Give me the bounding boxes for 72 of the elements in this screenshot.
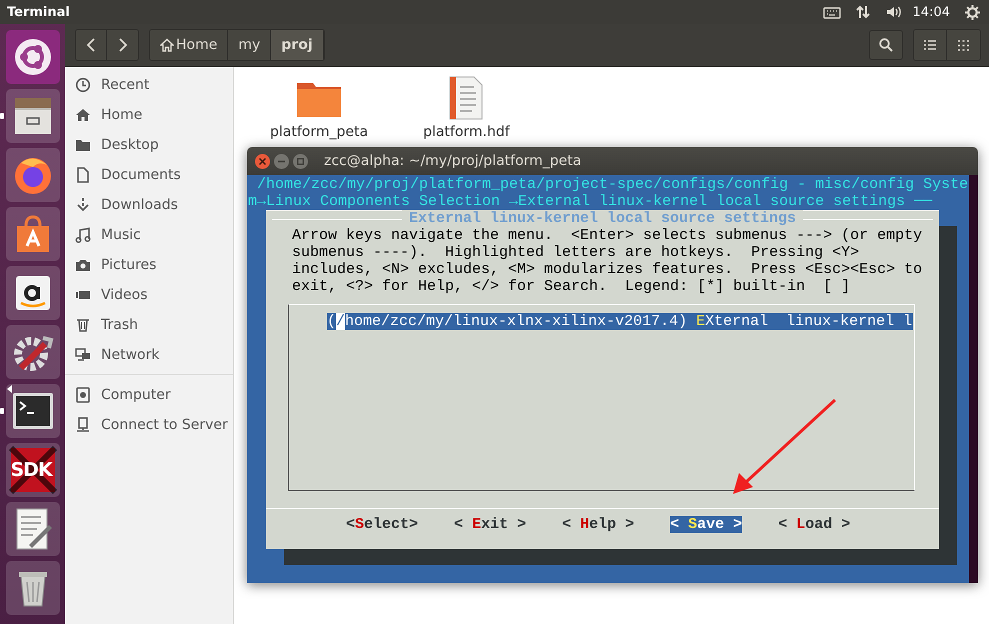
search-button[interactable] [869, 30, 903, 60]
dialog-button[interactable]: < Help > [562, 516, 634, 533]
trash-icon [75, 317, 91, 333]
path-bar-button[interactable]: Home [150, 30, 228, 60]
forward-button[interactable] [107, 30, 138, 60]
help-text-line: submenus ----). Highlighted letters are hotkeys. Pressing <Y> [291, 244, 860, 261]
maximize-icon [297, 158, 304, 164]
file-item[interactable]: platform_peta [270, 75, 368, 140]
file-name: platform.hdf [423, 124, 510, 140]
launcher-button[interactable] [6, 502, 60, 556]
close-icon [259, 158, 266, 164]
file-item[interactable]: platform.hdf [423, 75, 510, 140]
home-icon [160, 38, 174, 52]
sidebar-item[interactable]: Connect to Server [65, 410, 233, 440]
list-view-button[interactable] [914, 30, 947, 60]
network-arrows-icon[interactable] [854, 4, 871, 20]
sidebar-item[interactable]: Videos [65, 280, 233, 310]
sidebar-item[interactable]: Recent [65, 70, 233, 100]
file-name: platform_peta [270, 124, 368, 140]
sidebar-item[interactable]: Music [65, 220, 233, 250]
window-title: Terminal [7, 4, 71, 20]
launcher-button[interactable] [6, 207, 60, 261]
terminal-title: zcc@alpha: ~/my/proj/platform_peta [324, 153, 582, 169]
computer-icon [75, 387, 91, 403]
help-text-line: Arrow keys navigate the menu. <Enter> selects submenus ---> (or empty [291, 227, 924, 244]
dialog-button[interactable]: < Load > [778, 516, 850, 533]
clock[interactable]: 14:04 [912, 4, 950, 20]
documents-icon [75, 167, 91, 183]
maximize-button[interactable] [293, 154, 308, 168]
server-icon [75, 417, 91, 433]
sidebar-item[interactable]: Home [65, 100, 233, 130]
sidebar-item[interactable]: Trash [65, 310, 233, 340]
sidebar-item[interactable]: Downloads [65, 190, 233, 220]
recent-icon [75, 77, 91, 93]
network-icon [75, 347, 91, 363]
gear-icon[interactable] [964, 4, 981, 20]
sidebar-item[interactable]: Network [65, 340, 233, 370]
home-icon [75, 107, 91, 123]
close-button[interactable] [255, 154, 270, 168]
dialog-button[interactable]: < Save > [670, 516, 742, 533]
sdk-logo-icon [6, 444, 58, 496]
terminal-line: m→Linux Components Selection →External linux-kernel local source settings ── [247, 193, 934, 210]
sdk-label: SDK [10, 459, 52, 481]
dialog-button[interactable]: <Select> [346, 516, 418, 533]
search-icon [879, 38, 893, 52]
sidebar-item[interactable]: Desktop [65, 130, 233, 160]
list-icon [924, 40, 936, 50]
sidebar-item[interactable]: Pictures [65, 250, 233, 280]
grid-icon [958, 40, 969, 50]
keyboard-icon[interactable] [822, 5, 841, 19]
minimize-button[interactable] [274, 154, 289, 168]
path-bar-button[interactable]: my [228, 30, 272, 60]
dialog-title: External linux-kernel local source settings [402, 210, 804, 227]
dialog-button[interactable]: < Exit > [454, 516, 526, 533]
forward-chevron-icon [118, 38, 128, 52]
music-icon [75, 227, 91, 243]
launcher-button[interactable] [6, 30, 60, 84]
launcher-button[interactable] [6, 266, 60, 320]
sidebar-item[interactable]: Documents [65, 160, 233, 190]
help-text-line: includes, <N> excludes, <M> modularizes features. Press <Esc><Esc> to [291, 261, 924, 278]
sidebar-item[interactable]: Computer [65, 380, 233, 410]
help-text-line: exit, <?> for Help, </> for Search. Legend: [*] built-in [ ] [291, 278, 852, 295]
pictures-icon [75, 257, 91, 273]
terminal-line: /home/zcc/my/proj/platform_peta/project-spec/configs/config - misc/config Syste [256, 176, 969, 193]
desktop-icon [75, 137, 91, 153]
launcher-button[interactable]: SDK [6, 443, 60, 497]
path-bar-button[interactable]: proj [271, 30, 324, 60]
menu-item[interactable]: (/home/zcc/my/linux-xlnx-xilinx-v2017.4) EXternal linux-kernel l [327, 313, 913, 330]
back-button[interactable] [76, 30, 107, 60]
back-chevron-icon [86, 38, 96, 52]
volume-icon[interactable] [884, 4, 903, 20]
downloads-icon [75, 197, 91, 213]
